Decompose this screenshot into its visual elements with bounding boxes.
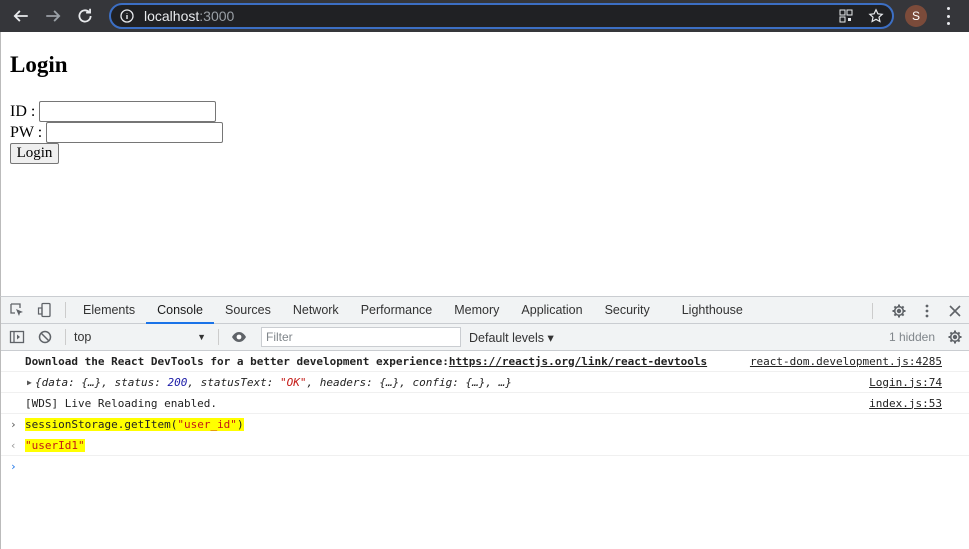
divider: [65, 329, 66, 345]
devtools-panel: Elements Console Sources Network Perform…: [0, 296, 969, 549]
source-link[interactable]: Login.js:74: [869, 376, 942, 389]
tab-security[interactable]: Security: [594, 297, 661, 324]
hidden-messages-count: 1 hidden: [888, 330, 935, 344]
divider: [872, 302, 873, 319]
clear-console-icon[interactable]: [31, 324, 59, 351]
web-page: Login ID : PW : Login: [0, 32, 969, 296]
back-arrow-icon: [13, 10, 28, 22]
id-input[interactable]: [39, 101, 217, 122]
forward-arrow-icon: [46, 10, 61, 22]
tab-performance[interactable]: Performance: [350, 297, 444, 324]
browser-toolbar: localhost:3000 S: [0, 0, 969, 32]
console-output: Download the React DevTools for a better…: [1, 351, 969, 477]
page-title: Login: [10, 52, 68, 77]
reload-icon: [78, 8, 92, 23]
pw-input[interactable]: [46, 122, 224, 143]
console-message[interactable]: ▶ {data: {…}, status: 200, statusText: "…: [1, 372, 969, 393]
divider: [218, 329, 219, 345]
qr-code-icon[interactable]: [838, 8, 854, 24]
console-command: › sessionStorage.getItem("user_id"): [10, 418, 244, 431]
tab-network[interactable]: Network: [282, 297, 350, 324]
tab-memory[interactable]: Memory: [443, 297, 510, 324]
source-link[interactable]: react-dom.development.js:4285: [750, 355, 942, 368]
id-row: ID :: [10, 101, 217, 122]
tab-lighthouse[interactable]: Lighthouse: [671, 297, 754, 324]
pw-row: PW :: [10, 122, 224, 143]
inspect-element-icon[interactable]: [3, 297, 31, 324]
console-result: ‹ "userId1": [1, 435, 969, 456]
context-selector[interactable]: top ▼: [72, 327, 212, 347]
address-bar[interactable]: localhost:3000: [109, 3, 894, 29]
profile-avatar[interactable]: S: [905, 5, 927, 27]
tab-sources[interactable]: Sources: [214, 297, 282, 324]
settings-gear-icon[interactable]: [891, 303, 907, 319]
console-prompt[interactable]: ›: [1, 456, 969, 477]
pw-label: PW :: [10, 123, 43, 141]
prompt-chevron-icon: ›: [10, 460, 17, 473]
source-link[interactable]: index.js:53: [869, 397, 942, 410]
close-icon[interactable]: [947, 303, 963, 319]
devtools-tabbar: Elements Console Sources Network Perform…: [1, 297, 969, 324]
devtools-link[interactable]: https://reactjs.org/link/react-devtools: [449, 355, 707, 368]
filter-input[interactable]: Filter: [261, 327, 461, 347]
site-info-icon[interactable]: [120, 9, 134, 23]
live-expression-eye-icon[interactable]: [225, 324, 253, 351]
forward-button[interactable]: [42, 5, 64, 27]
dropdown-arrow-icon: ▼: [197, 332, 206, 342]
divider: [65, 302, 66, 318]
browser-menu-icon[interactable]: [943, 7, 953, 25]
expand-triangle-icon[interactable]: ▶: [27, 378, 32, 387]
url-text: localhost:3000: [144, 8, 235, 24]
reload-button[interactable]: [74, 5, 96, 27]
tab-console[interactable]: Console: [146, 297, 214, 324]
device-toolbar-icon[interactable]: [31, 297, 59, 324]
more-options-icon[interactable]: [919, 303, 935, 319]
log-levels-dropdown[interactable]: Default levels ▾: [469, 330, 554, 345]
bookmark-star-icon[interactable]: [868, 8, 884, 24]
id-label: ID :: [10, 102, 36, 120]
tab-elements[interactable]: Elements: [72, 297, 146, 324]
sidebar-toggle-icon[interactable]: [3, 324, 31, 351]
console-settings-gear-icon[interactable]: [947, 329, 963, 345]
result-arrow-icon: ‹: [10, 438, 17, 452]
back-button[interactable]: [10, 5, 32, 27]
console-message: [WDS] Live Reloading enabled. index.js:5…: [1, 393, 969, 414]
console-toolbar: top ▼ Filter Default levels ▾ 1 hidden: [1, 324, 969, 351]
tab-application[interactable]: Application: [510, 297, 593, 324]
login-button[interactable]: Login: [10, 143, 59, 164]
console-message: Download the React DevTools for a better…: [1, 351, 969, 372]
input-chevron-icon: ›: [10, 418, 17, 431]
